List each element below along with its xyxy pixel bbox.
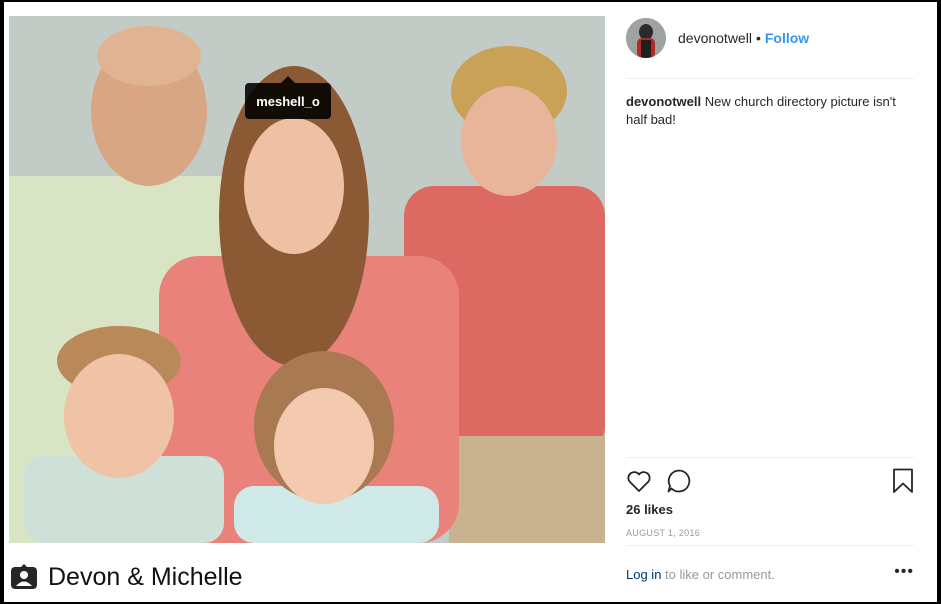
post-username[interactable]: devonotwell bbox=[678, 30, 752, 46]
caption-title: Devon & Michelle bbox=[48, 562, 243, 591]
header-divider bbox=[626, 78, 914, 79]
more-options-button[interactable]: ••• bbox=[894, 563, 914, 581]
user-tag-bubble[interactable]: meshell_o bbox=[245, 76, 331, 119]
login-suffix: to like or comment. bbox=[665, 567, 775, 582]
post-sidebar: devonotwell • Follow devonotwell New chu… bbox=[626, 2, 916, 602]
login-link[interactable]: Log in bbox=[626, 567, 661, 582]
user-tag-icon[interactable] bbox=[11, 564, 37, 590]
post-modal: meshell_o Devon & Michelle devonotwell •… bbox=[4, 2, 937, 602]
caption-comment: devonotwell New church directory picture… bbox=[626, 93, 901, 129]
tag-username: meshell_o bbox=[256, 93, 320, 109]
comment-bubble-icon[interactable] bbox=[666, 468, 692, 499]
avatar[interactable] bbox=[626, 18, 666, 58]
actions-divider bbox=[626, 457, 914, 458]
action-bar bbox=[626, 468, 914, 494]
photo-caption-bar: Devon & Michelle bbox=[4, 552, 604, 602]
header-separator: • bbox=[755, 30, 761, 46]
bookmark-icon[interactable] bbox=[892, 468, 914, 499]
heart-icon[interactable] bbox=[626, 468, 652, 499]
comment-username[interactable]: devonotwell bbox=[626, 94, 701, 109]
likes-count[interactable]: 26 likes bbox=[626, 502, 673, 517]
follow-button[interactable]: Follow bbox=[765, 30, 809, 46]
login-prompt: Log in to like or comment. ••• bbox=[626, 563, 914, 582]
footer-divider bbox=[626, 545, 914, 546]
post-date: AUGUST 1, 2016 bbox=[626, 528, 701, 538]
post-header: devonotwell • Follow bbox=[626, 18, 809, 58]
